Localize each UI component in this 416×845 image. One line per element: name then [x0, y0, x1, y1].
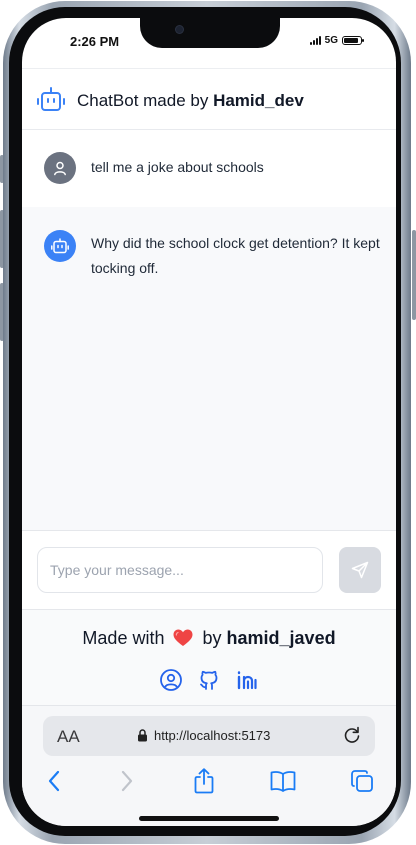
footer-credit: Made with by hamid_javed [22, 628, 396, 649]
battery-icon [342, 36, 364, 45]
home-indicator [139, 816, 279, 821]
app-header: ChatBot made by Hamid_dev [22, 68, 396, 130]
signal-icon [309, 36, 321, 45]
social-links [22, 668, 396, 692]
github-link[interactable] [197, 668, 221, 692]
url-text: http://localhost:5173 [154, 728, 271, 743]
robot-icon [51, 238, 69, 254]
send-button[interactable] [339, 547, 381, 593]
reload-icon [344, 726, 360, 743]
composer [22, 530, 396, 610]
tabs-icon [351, 770, 373, 792]
message-input[interactable] [37, 547, 323, 593]
app-title-prefix: ChatBot made by [77, 91, 214, 110]
reload-button[interactable] [342, 725, 362, 750]
linkedin-icon [237, 671, 257, 690]
network-label: 5G [324, 35, 338, 46]
bot-avatar [44, 230, 76, 262]
profile-link[interactable] [159, 668, 183, 692]
user-avatar [44, 152, 76, 184]
footer-made-with: Made with [82, 628, 165, 648]
aa-label: AA [57, 727, 80, 746]
phone-power-button [412, 230, 416, 320]
bookmarks-button[interactable] [270, 768, 296, 794]
app-title-author: Hamid_dev [213, 91, 304, 110]
bookmarks-icon [270, 771, 296, 792]
lock-icon [138, 729, 147, 742]
send-icon [351, 561, 369, 579]
share-button[interactable] [191, 768, 217, 794]
robot-icon [37, 87, 65, 111]
app-title: ChatBot made by Hamid_dev [77, 91, 304, 111]
back-button[interactable] [41, 768, 67, 794]
linkedin-link[interactable] [235, 668, 259, 692]
user-message: tell me a joke about schools [22, 130, 396, 207]
user-circle-icon [160, 669, 182, 691]
back-icon [48, 770, 60, 792]
front-camera [176, 26, 183, 33]
url-display[interactable]: http://localhost:5173 [137, 728, 270, 743]
status-indicators: 5G [309, 35, 364, 46]
message-list: tell me a joke about schools Why did the… [22, 130, 396, 530]
status-time: 2:26 PM [70, 34, 120, 49]
bot-message-text: Why did the school clock get detention? … [91, 235, 380, 276]
browser-chrome: AA http://localhost:5173 [22, 705, 396, 826]
notch [140, 18, 280, 48]
phone-screen: 2:26 PM 5G ChatBot made by Hamid_dev tel… [22, 18, 396, 826]
user-icon [54, 161, 66, 176]
share-icon [194, 768, 214, 794]
footer: Made with by hamid_javed [22, 610, 396, 705]
tabs-button[interactable] [349, 768, 375, 794]
heart-icon [173, 629, 193, 646]
user-message-text: tell me a joke about schools [91, 159, 264, 175]
reader-aa-button[interactable]: AA [57, 727, 80, 747]
forward-button[interactable] [114, 768, 140, 794]
github-icon [200, 670, 218, 690]
forward-icon [121, 770, 133, 792]
footer-author: hamid_javed [226, 628, 336, 648]
footer-by: by [202, 628, 222, 648]
address-bar[interactable]: AA http://localhost:5173 [43, 716, 375, 756]
